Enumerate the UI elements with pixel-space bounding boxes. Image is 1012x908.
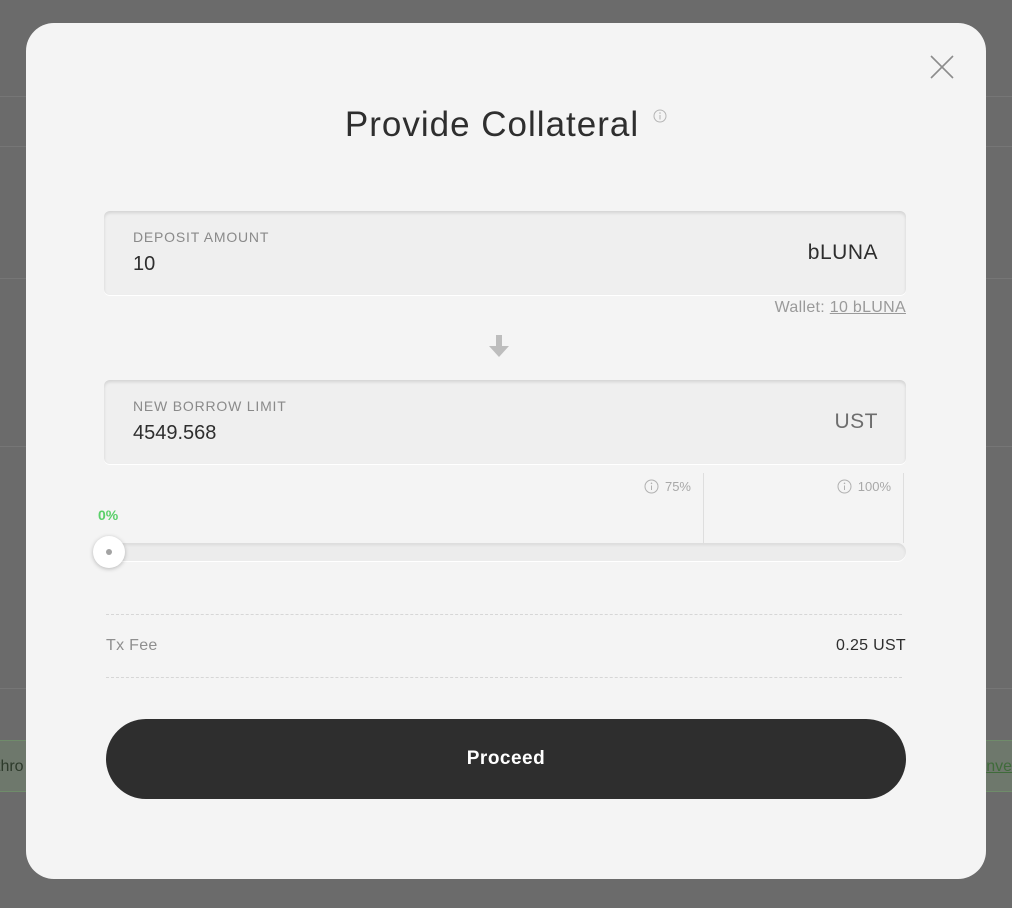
ltv-max-value: 100% [857, 479, 891, 494]
deposit-amount-input[interactable] [133, 253, 653, 276]
wallet-balance: Wallet: 10 bLUNA [775, 299, 906, 317]
new-borrow-limit-field[interactable]: NEW BORROW LIMIT UST [104, 380, 906, 464]
wallet-prefix: Wallet: [774, 299, 826, 316]
provide-collateral-dialog: Provide Collateral DEPOSIT AMOUNT bLUNA … [26, 23, 986, 879]
wallet-balance-link[interactable]: 10 bLUNA [830, 299, 906, 316]
ltv-safe-marker: 75% [104, 473, 704, 543]
divider [106, 614, 902, 615]
ltv-safe-marker-label: 75% [644, 479, 691, 494]
deposit-amount-label: DEPOSIT AMOUNT [133, 229, 270, 245]
background-notice-text: thro [0, 758, 24, 775]
ltv-max-marker: 100% [704, 473, 904, 543]
info-icon[interactable] [837, 479, 852, 494]
info-icon[interactable] [644, 479, 659, 494]
ltv-max-marker-label: 100% [837, 479, 891, 494]
close-button[interactable] [928, 53, 956, 81]
tx-fee-row: Tx Fee 0.25 UST [106, 637, 906, 655]
ltv-slider[interactable]: 75% 100% 0% [93, 473, 906, 568]
background-notice-link: nve [986, 758, 1012, 775]
info-icon[interactable] [653, 109, 667, 123]
divider [106, 677, 902, 678]
tx-fee-label: Tx Fee [106, 637, 158, 654]
ltv-track[interactable] [104, 543, 906, 561]
borrow-limit-label: NEW BORROW LIMIT [133, 398, 287, 414]
borrow-limit-input[interactable] [133, 422, 653, 445]
dialog-title-row: Provide Collateral [26, 105, 986, 145]
borrow-limit-unit: UST [834, 410, 878, 433]
tx-fee-value: 0.25 UST [836, 637, 906, 654]
ltv-slider-handle[interactable] [93, 536, 125, 568]
dialog-title: Provide Collateral [344, 105, 640, 144]
deposit-unit: bLUNA [807, 241, 878, 264]
deposit-amount-field[interactable]: DEPOSIT AMOUNT bLUNA [104, 211, 906, 295]
proceed-button[interactable]: Proceed [106, 719, 906, 799]
ltv-safe-value: 75% [664, 479, 691, 494]
ltv-current-value: 0% [98, 507, 119, 523]
arrow-down-icon [488, 334, 510, 358]
close-icon [930, 55, 954, 79]
